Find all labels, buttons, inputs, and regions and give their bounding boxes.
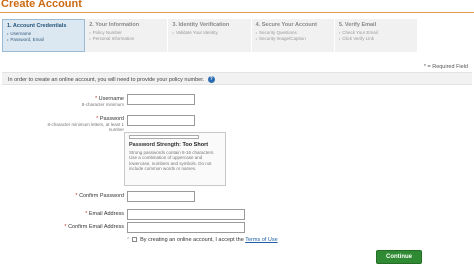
terms-row: * By creating an online account, I accept… [127,237,278,243]
password-strength-description: Strong passwords contain 8-16 characters… [129,150,215,171]
password-strength-panel: Password Strength: Too Short Strong pass… [124,132,226,186]
password-input[interactable] [127,115,195,126]
help-icon[interactable]: ? [207,76,215,83]
step-verify-email: 5. Verify Email • Check Your Email • Click… [334,19,419,52]
terms-of-use-link[interactable]: Terms of Use [245,237,277,243]
step-details: • Username • Password, Email [7,31,44,42]
step-title: 3. Identity Verification [172,22,230,28]
confirm-password-label: * Confirm Password [75,193,124,199]
step-title: 4. Secure Your Account [255,22,317,28]
step-details: • Validate Your Identity [172,30,218,35]
step-title: 5. Verify Email [338,22,377,28]
step-details: • Security Questions • Security Image/Capt… [255,30,306,41]
continue-button[interactable]: Continue [376,250,422,264]
bullet-icon: • [7,31,9,36]
step-identity-verification: 3. Identity Verification • Validate Your … [168,19,252,52]
page-title: Create Account [1,0,82,10]
info-text: In order to create an online account, yo… [8,76,205,83]
bullet-icon: • [89,36,91,41]
bullet-icon: • [89,30,91,35]
email-label: * Email Address [85,211,124,217]
password-strength: Password Strength: Too Short [129,142,209,148]
confirm-email-label: * Confirm Email Address [64,224,124,230]
step-your-information: 2. Your Information • Policy Number • Pers… [85,19,169,52]
bullet-icon: • [172,30,174,35]
bullet-icon: • [7,37,9,42]
step-details: • Policy Number • Personal Information [89,30,135,41]
step-title: 1. Account Credentials [7,23,67,29]
confirm-email-input[interactable] [127,222,245,233]
step-details: • Check Your Email • Click Verify Link [338,30,378,41]
step-title: 2. Your Information [89,22,140,28]
step-account-credentials: 1. Account Credentials • Username • Passwo… [2,19,86,52]
username-hint: 8-character minimum [81,102,124,107]
terms-checkbox[interactable] [132,237,138,243]
terms-text: By creating an online account, I accept … [140,237,244,243]
bullet-icon: • [255,30,258,35]
progress-steps: 1. Account Credentials • Username • Passwo… [2,19,419,52]
password-strength-meter [129,135,199,139]
required-marker: * [127,237,130,243]
title-divider [0,12,474,13]
bullet-icon: • [338,30,341,35]
bullet-icon: • [338,36,341,41]
email-input[interactable] [127,209,245,220]
required-field-note: * = Required Field [423,64,468,70]
step-secure-your-account: 4. Secure Your Account • Security Questio… [251,19,335,52]
info-banner: In order to create an online account, yo… [2,72,472,85]
confirm-password-input[interactable] [127,191,195,202]
bullet-icon: • [255,36,258,41]
password-hint: 8-character minimum letters, at least 1 … [47,122,124,132]
username-input[interactable] [127,94,195,105]
